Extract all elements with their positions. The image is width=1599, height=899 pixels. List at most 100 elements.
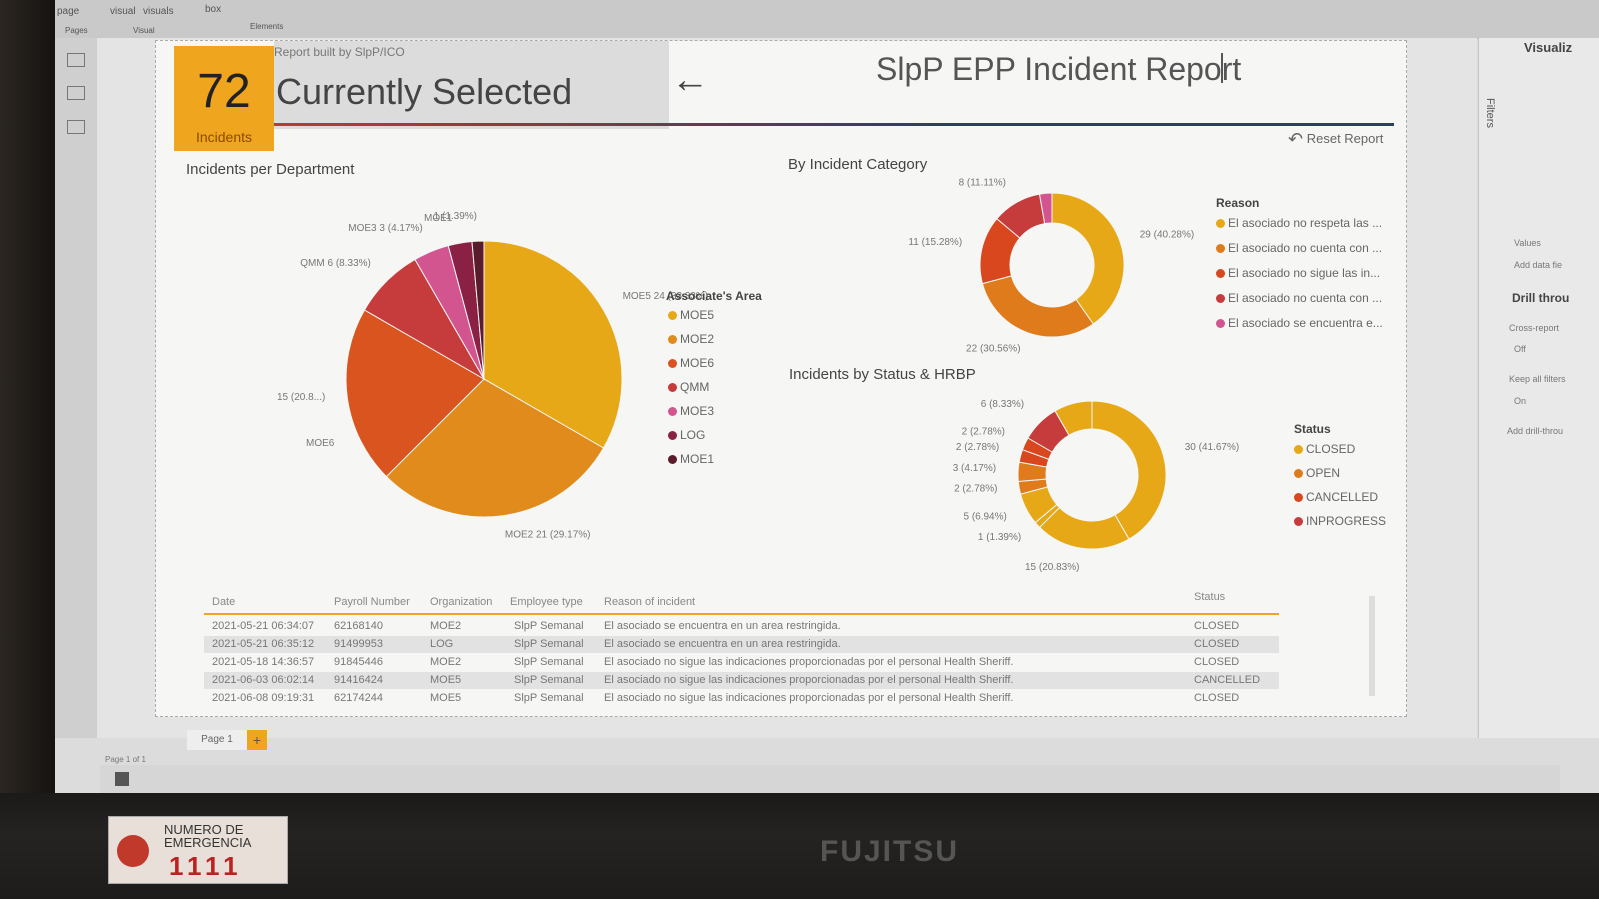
table-cell: CLOSED (1194, 692, 1240, 704)
dept-pie-chart[interactable]: MOE5 24 (33.33%)MOE2 21 (29.17%)15 (20.8… (277, 211, 708, 540)
slice-label-1: MOE2 21 (29.17%) (505, 530, 591, 541)
slice-label-2: 11 (15.28%) (908, 237, 962, 248)
table-cell: 91499953 (334, 638, 383, 650)
col-header-reason[interactable]: Reason of incident (604, 596, 695, 608)
table-cell: MOE5 (430, 674, 462, 686)
legend-label: INPROGRESS (1306, 514, 1387, 528)
table-cell: MOE2 (430, 656, 462, 668)
table-row[interactable]: 2021-06-08 09:19:31 62174244 MOE5 SlpP Sema… (204, 690, 1279, 707)
table-row[interactable]: 2021-05-21 06:35:12 91499953 LOG SlpP Seman… (204, 636, 1279, 653)
data-view-icon[interactable] (67, 86, 85, 100)
legend-item[interactable]: El asociado no respeta las ... (1216, 216, 1382, 230)
legend-item[interactable]: MOE1 (668, 452, 714, 466)
legend-label: QMM (680, 380, 710, 394)
legend-item[interactable]: INPROGRESS (1294, 514, 1386, 528)
legend-item[interactable]: CANCELLED (1294, 490, 1378, 504)
ribbon-group-pages: Pages (65, 26, 88, 35)
legend-item[interactable]: LOG (668, 428, 705, 442)
legend-dot (1216, 294, 1225, 304)
legend-label: El asociado no cuenta con ... (1228, 241, 1383, 255)
legend-item[interactable]: MOE6 (668, 356, 714, 370)
table-row[interactable]: 2021-05-21 06:34:07 62168140 MOE2 SlpP Sema… (204, 618, 1279, 635)
model-view-icon[interactable] (67, 120, 85, 134)
windows-start-icon[interactable] (115, 772, 129, 786)
legend-dot (1294, 493, 1303, 503)
add-page-button[interactable]: + (247, 730, 267, 750)
table-row[interactable]: 2021-06-03 06:02:14 91416424 MOE5 SlpP Sema… (204, 672, 1279, 689)
legend-dot (1294, 517, 1303, 527)
keep-filters-toggle[interactable]: On (1514, 396, 1526, 406)
add-drill-through-field[interactable]: Add drill-throu (1507, 426, 1563, 436)
table-cell: El asociado no sigue las indicaciones pr… (604, 656, 1014, 668)
ribbon-box-menu[interactable]: box (205, 4, 221, 15)
ribbon-visual-menu[interactable]: visual (110, 6, 136, 17)
legend-item[interactable]: MOE2 (668, 332, 714, 346)
legend-label: MOE6 (680, 356, 715, 370)
incident-table: Date Payroll Number Organization Employe… (204, 591, 1379, 714)
legend-dot (668, 335, 677, 345)
table-cell: SlpP Semanal (514, 620, 584, 632)
filters-pane-tab[interactable]: Filters (1484, 98, 1496, 128)
values-label: Values (1514, 238, 1541, 248)
legend-label: El asociado no cuenta con ... (1228, 291, 1383, 305)
legend-dot (1294, 445, 1303, 455)
legend-item[interactable]: CLOSED (1294, 442, 1355, 456)
legend-label: LOG (680, 428, 706, 442)
ribbon-page-menu[interactable]: page (57, 6, 79, 17)
col-header-date[interactable]: Date (212, 596, 235, 608)
table-row[interactable]: 2021-05-18 14:36:57 91845446 MOE2 SlpP Sema… (204, 654, 1279, 671)
table-cell: SlpP Semanal (514, 692, 584, 704)
col-header-organization[interactable]: Organization (430, 596, 492, 608)
legend-label: CLOSED (1306, 442, 1356, 456)
slice-0[interactable] (1051, 192, 1125, 325)
table-header-divider (204, 613, 1279, 615)
legend-dot (668, 311, 677, 321)
table-cell: CLOSED (1194, 656, 1240, 668)
page-tab-1[interactable]: Page 1 (187, 730, 247, 750)
col-header-employee-type[interactable]: Employee type (510, 596, 583, 608)
table-scrollbar[interactable] (1369, 596, 1375, 696)
col-header-payroll[interactable]: Payroll Number (334, 596, 410, 608)
legend-item[interactable]: El asociado no sigue las in... (1216, 266, 1380, 280)
ribbon-visuals-menu[interactable]: visuals (143, 6, 174, 17)
legend-label: El asociado se encuentra e... (1228, 316, 1383, 330)
legend-item[interactable]: MOE3 (668, 404, 714, 418)
table-cell: SlpP Semanal (514, 674, 584, 686)
table-cell: CLOSED (1194, 620, 1240, 632)
table-cell: El asociado se encuentra en un area rest… (604, 638, 841, 650)
table-cell: 91416424 (334, 674, 383, 686)
legend-dot (1216, 319, 1225, 329)
slice-label-1: 22 (30.56%) (966, 343, 1020, 354)
slice-1[interactable] (981, 275, 1094, 338)
legend-item[interactable]: QMM (668, 380, 709, 394)
slice-label-5: 3 (4.17%) (953, 463, 996, 474)
status-donut-chart[interactable]: 30 (41.67%) 15 (20.83%) 1 (1.39%) 5 (6.94%)… (953, 399, 1239, 573)
slice-0[interactable] (1091, 400, 1167, 540)
table-cell: 2021-05-18 14:36:57 (212, 656, 315, 668)
legend-item[interactable]: El asociado no cuenta con ... (1216, 241, 1382, 255)
col-header-status[interactable]: Status (1194, 591, 1225, 603)
legend-dot (668, 407, 677, 417)
legend-item[interactable]: El asociado se encuentra e... (1216, 316, 1383, 330)
cross-report-label: Cross-report (1509, 323, 1560, 333)
fujitsu-logo: FUJITSU (820, 835, 960, 868)
view-switcher-rail (55, 38, 98, 738)
cross-report-toggle[interactable]: Off (1514, 344, 1526, 354)
slice-label-0: 29 (40.28%) (1140, 229, 1194, 240)
category-donut-chart[interactable]: 29 (40.28%) 22 (30.56%) 11 (15.28%) 8 (11.1… (908, 177, 1194, 354)
table-cell: 91845446 (334, 656, 383, 668)
report-view-icon[interactable] (67, 53, 85, 67)
keep-filters-label: Keep all filters (1509, 374, 1566, 384)
ribbon-group-elements: Elements (250, 22, 284, 31)
table-cell: 2021-06-03 06:02:14 (212, 674, 315, 686)
slice-label-0: 30 (41.67%) (1185, 442, 1239, 453)
table-cell: SlpP Semanal (514, 638, 584, 650)
add-data-field[interactable]: Add data fie (1514, 260, 1562, 270)
legend-dot (668, 431, 677, 441)
ribbon: page visual visuals box Pages Visual Ele… (55, 0, 1599, 39)
legend-item[interactable]: OPEN (1294, 466, 1340, 480)
screen: page visual visuals box Pages Visual Ele… (55, 0, 1599, 793)
legend-item[interactable]: MOE5 (668, 308, 714, 322)
legend-item[interactable]: El asociado no cuenta con ... (1216, 291, 1382, 305)
table-cell: MOE5 (430, 692, 462, 704)
